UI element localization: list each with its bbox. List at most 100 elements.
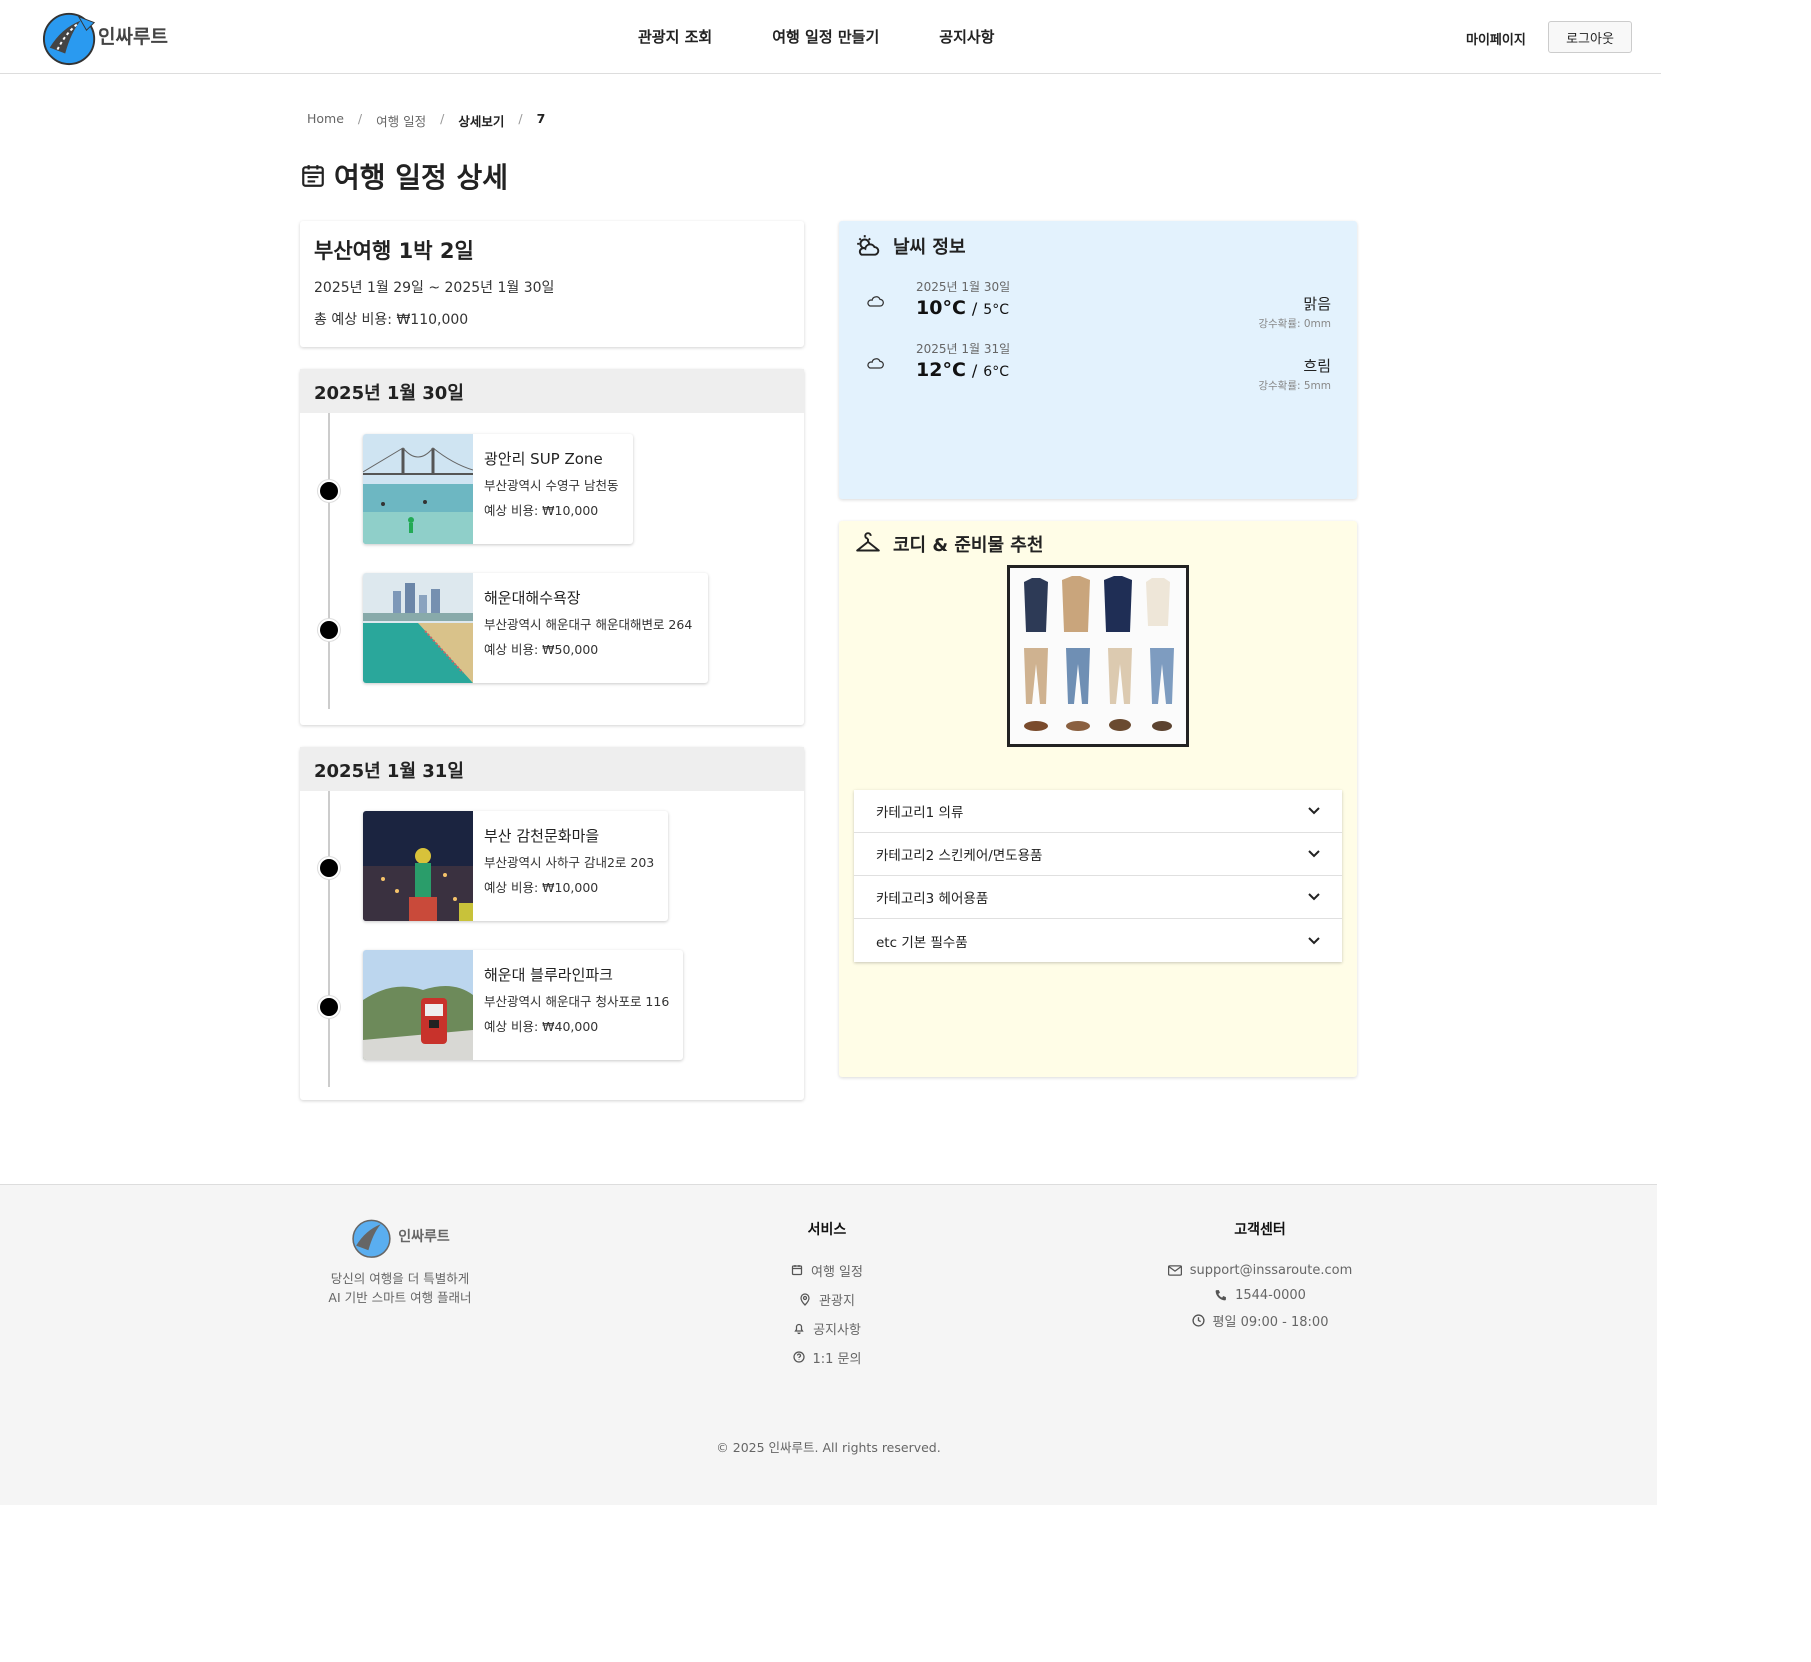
footer-phone[interactable]: 1544-0000 xyxy=(1150,1286,1370,1304)
footer-tagline: AI 기반 스마트 여행 플래너 xyxy=(328,1290,472,1305)
temp-high: 10°C xyxy=(916,297,966,319)
footer-phone-text: 1544-0000 xyxy=(1235,1287,1306,1303)
weather-day-row: 2025년 1월 30일 10°C/5°C 맑음 강수확률: 0mm xyxy=(865,278,1331,332)
place-image xyxy=(363,811,473,921)
footer-link-attractions[interactable]: 관광지 xyxy=(742,1290,912,1309)
mypage-link[interactable]: 마이페이지 xyxy=(1466,29,1526,48)
top-header: 인싸루트 관광지 조회 여행 일정 만들기 공지사항 마이페이지 로그아웃 xyxy=(0,0,1661,74)
footer: 인싸루트 당신의 여행을 더 특별하게 AI 기반 스마트 여행 플래너 서비스… xyxy=(0,1184,1657,1505)
footer-link-label: 여행 일정 xyxy=(811,1264,863,1280)
weather-rain: 강수확률: 0mm xyxy=(1258,318,1331,330)
footer-services: 서비스 여행 일정 관광지 공지사항 1:1 문의 xyxy=(742,1219,912,1377)
footer-link-itinerary[interactable]: 여행 일정 xyxy=(742,1261,912,1280)
accordion-item[interactable]: etc 기본 필수품 xyxy=(854,919,1342,962)
breadcrumb: Home / 여행 일정 / 상세보기 / 7 xyxy=(307,111,545,130)
place-card[interactable]: 해운대 블루라인파크 부산광역시 해운대구 청사포로 116 예상 비용: ₩4… xyxy=(363,950,683,1060)
calendar-icon xyxy=(791,1265,803,1276)
weather-day-row: 2025년 1월 31일 12°C/6°C 흐림 강수확률: 5mm xyxy=(865,340,1331,394)
place-cost: 예상 비용: ₩10,000 xyxy=(484,880,599,895)
weather-temp: 12°C/6°C xyxy=(916,359,1009,381)
footer-hours: 평일 09:00 - 18:00 xyxy=(1150,1311,1370,1330)
nav-notices[interactable]: 공지사항 xyxy=(939,26,994,47)
footer-logo-text: 인싸루트 xyxy=(398,1229,450,1245)
copyright: © 2025 인싸루트. All rights reserved. xyxy=(716,1440,941,1455)
nav-make-itinerary[interactable]: 여행 일정 만들기 xyxy=(772,26,879,47)
place-address: 부산광역시 사하구 감내2로 203 xyxy=(484,855,655,870)
logo-icon xyxy=(42,12,96,66)
logout-button[interactable]: 로그아웃 xyxy=(1548,21,1632,53)
logo[interactable]: 인싸루트 xyxy=(42,9,168,67)
footer-link-label: 관광지 xyxy=(819,1293,855,1309)
place-cost: 예상 비용: ₩10,000 xyxy=(484,503,599,518)
accordion-item[interactable]: 카테고리3 헤어용품 xyxy=(854,876,1342,919)
timeline-dot xyxy=(318,857,340,879)
weather-title: 날씨 정보 xyxy=(855,233,966,259)
footer-link-notices[interactable]: 공지사항 xyxy=(742,1319,912,1338)
breadcrumb-id: 7 xyxy=(536,111,546,126)
footer-brand: 인싸루트 당신의 여행을 더 특별하게 AI 기반 스마트 여행 플래너 xyxy=(280,1215,520,1307)
weather-date: 2025년 1월 30일 xyxy=(916,280,1011,294)
temp-high: 12°C xyxy=(916,359,966,381)
temp-low: 6°C xyxy=(983,364,1009,380)
day-date: 2025년 1월 30일 xyxy=(300,369,804,413)
phone-icon xyxy=(1215,1289,1226,1300)
place-cost: 예상 비용: ₩50,000 xyxy=(484,642,599,657)
outfit-title: 코디 & 준비물 추천 xyxy=(855,531,1043,557)
footer-services-title: 서비스 xyxy=(807,1222,847,1238)
weather-condition: 흐림 xyxy=(1303,357,1331,375)
bell-icon xyxy=(794,1323,804,1334)
temp-low: 5°C xyxy=(983,302,1009,318)
place-card[interactable]: 부산 감천문화마을 부산광역시 사하구 감내2로 203 예상 비용: ₩10,… xyxy=(363,811,668,921)
footer-hours-text: 평일 09:00 - 18:00 xyxy=(1212,1314,1329,1330)
place-card[interactable]: 해운대해수욕장 부산광역시 해운대구 해운대해변로 264 예상 비용: ₩50… xyxy=(363,573,708,683)
nav-attractions[interactable]: 관광지 조회 xyxy=(638,26,712,47)
timeline-dot xyxy=(318,996,340,1018)
breadcrumb-itinerary[interactable]: 여행 일정 xyxy=(376,111,426,130)
footer-tagline: 당신의 여행을 더 특별하게 xyxy=(330,1271,470,1286)
place-address: 부산광역시 해운대구 청사포로 116 xyxy=(484,994,670,1009)
footer-email-text: support@inssaroute.com xyxy=(1189,1262,1353,1278)
weather-temp: 10°C/5°C xyxy=(916,297,1009,319)
calendar-icon xyxy=(302,165,324,187)
weather-title-text: 날씨 정보 xyxy=(893,237,966,258)
accordion-item[interactable]: 카테고리2 스킨케어/면도용품 xyxy=(854,833,1342,876)
accordion-label: etc 기본 필수품 xyxy=(876,934,968,951)
help-circle-icon xyxy=(792,1351,805,1363)
cloudy-sun-icon xyxy=(857,235,880,256)
outfit-panel: 코디 & 준비물 추천 카테고리1 의류 카테고리2 스킨케어/면도용품 카테고… xyxy=(839,521,1357,1077)
logo-icon xyxy=(352,1219,391,1258)
chevron-down-icon xyxy=(1308,807,1320,815)
day-date: 2025년 1월 31일 xyxy=(300,747,804,791)
place-image xyxy=(363,573,473,683)
day-card: 2025년 1월 31일 부산 감천문화마을 부산광역시 사하구 감내2로 20… xyxy=(300,747,804,1100)
breadcrumb-separator: / xyxy=(357,111,363,126)
place-card[interactable]: 광안리 SUP Zone 부산광역시 수영구 남천동 예상 비용: ₩10,00… xyxy=(363,434,633,544)
footer-link-label: 1:1 문의 xyxy=(812,1351,862,1367)
footer-logo[interactable]: 인싸루트 xyxy=(280,1215,520,1261)
breadcrumb-home[interactable]: Home xyxy=(307,111,344,130)
weather-rain: 강수확률: 5mm xyxy=(1258,380,1331,392)
chevron-down-icon xyxy=(1308,893,1320,901)
hanger-icon xyxy=(856,532,880,552)
accordion-label: 카테고리2 스킨케어/면도용품 xyxy=(876,848,1043,864)
place-address: 부산광역시 수영구 남천동 xyxy=(484,478,619,493)
place-cost: 예상 비용: ₩40,000 xyxy=(484,1019,599,1034)
chevron-down-icon xyxy=(1308,850,1320,858)
page-title: 여행 일정 상세 xyxy=(300,156,508,196)
prep-accordion: 카테고리1 의류 카테고리2 스킨케어/면도용품 카테고리3 헤어용품 etc … xyxy=(854,790,1342,962)
accordion-label: 카테고리1 의류 xyxy=(876,805,964,821)
weather-date: 2025년 1월 31일 xyxy=(916,342,1011,356)
timeline-dot xyxy=(318,619,340,641)
place-name: 부산 감천문화마을 xyxy=(484,827,600,845)
accordion-item[interactable]: 카테고리1 의류 xyxy=(854,790,1342,833)
footer-customer-center: 고객센터 support@inssaroute.com 1544-0000 평일… xyxy=(1150,1219,1370,1336)
accordion-label: 카테고리3 헤어용품 xyxy=(876,891,989,907)
map-pin-icon xyxy=(800,1292,810,1306)
chevron-down-icon xyxy=(1308,936,1320,944)
footer-email[interactable]: support@inssaroute.com xyxy=(1150,1261,1370,1279)
cloud-icon xyxy=(867,296,884,307)
timeline-line xyxy=(328,413,330,709)
place-name: 해운대해수욕장 xyxy=(484,589,581,607)
footer-link-inquiry[interactable]: 1:1 문의 xyxy=(742,1348,912,1367)
breadcrumb-separator: / xyxy=(518,111,523,126)
